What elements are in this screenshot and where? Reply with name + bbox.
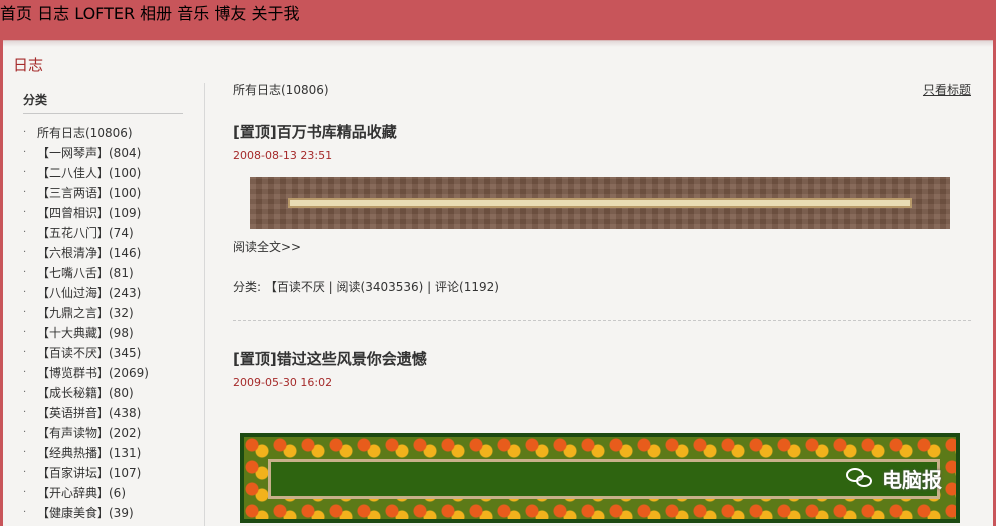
bullet-icon: ·	[23, 186, 27, 198]
category-label: 【有声读物】(202)	[37, 425, 142, 440]
category-item[interactable]: · 【七嘴八舌】(81)	[23, 262, 183, 282]
post-1-meta: 分类: 【百读不厌 | 阅读(3403536) | 评论(1192)	[233, 280, 499, 294]
only-titles-link[interactable]: 只看标题	[923, 81, 971, 98]
watermark: 电脑报	[846, 464, 942, 493]
bullet-icon: ·	[23, 246, 27, 258]
category-label: 【二八佳人】(100)	[37, 165, 142, 180]
bullet-icon: ·	[23, 206, 27, 218]
category-label: 【经典热播】(131)	[37, 445, 142, 460]
top-nav-bar: 首页 日志 LOFTER 相册 音乐 博友 关于我	[0, 0, 996, 40]
bullet-icon: ·	[23, 266, 27, 278]
page-title: 日志	[13, 56, 44, 74]
category-item[interactable]: · 【六根清净】(146)	[23, 242, 183, 262]
category-item[interactable]: · 【百读不厌】(345)	[23, 342, 183, 362]
category-list: · 所有日志(10806) · 【一网琴声】(804) · 【二八佳人】(100) · 【三言…	[23, 122, 183, 526]
category-item[interactable]: · 【四曾相识】(109)	[23, 202, 183, 222]
category-item[interactable]: · 【五花八门】(74)	[23, 222, 183, 242]
category-item[interactable]: · 【三言两语】(100)	[23, 182, 183, 202]
sidebar-divider	[204, 83, 205, 526]
category-item[interactable]: · 【百家讲坛】(107)	[23, 462, 183, 482]
category-label: 【五花八门】(74)	[37, 225, 134, 240]
read-more-link[interactable]: 阅读全文>>	[233, 238, 301, 255]
bullet-icon: ·	[23, 326, 27, 338]
bullet-icon: ·	[23, 426, 27, 438]
category-label: 【七嘴八舌】(81)	[37, 265, 134, 280]
post-1-date: 2008-08-13 23:51	[233, 149, 333, 162]
bullet-icon: ·	[23, 486, 27, 498]
category-item[interactable]: · 【九鼎之言】(32)	[23, 302, 183, 322]
post-2: [置顶]错过这些风景你会遗憾 2009-05-30 16:02	[233, 348, 973, 389]
category-label: 【九鼎之言】(32)	[37, 305, 134, 320]
wechat-icon	[846, 467, 874, 490]
category-item[interactable]: · 【博览群书】(2069)	[23, 362, 183, 382]
category-label: 【博览群书】(2069)	[37, 365, 149, 380]
category-label: 【健康美食】(39)	[37, 505, 134, 520]
main-panel: 日志 分类 · 所有日志(10806) · 【一网琴声】(804) · 【二八佳人】(10…	[3, 40, 993, 526]
category-label: 【成长秘籍】(80)	[37, 385, 134, 400]
category-item[interactable]: · 【一网琴声】(804)	[23, 142, 183, 162]
category-item[interactable]: · 【八仙过海】(243)	[23, 282, 183, 302]
post-1: [置顶]百万书库精品收藏 2008-08-13 23:51	[233, 121, 973, 162]
bullet-icon: ·	[23, 466, 27, 478]
category-label: 所有日志(10806)	[37, 125, 133, 140]
nav-music[interactable]: 音乐	[177, 4, 209, 23]
watermark-text: 电脑报	[882, 468, 942, 492]
bullet-icon: ·	[23, 126, 27, 138]
category-label: 【开心辞典】(6)	[37, 485, 126, 500]
bullet-icon: ·	[23, 346, 27, 358]
bullet-icon: ·	[23, 226, 27, 238]
nav-home[interactable]: 首页	[0, 4, 32, 23]
post-separator	[233, 320, 971, 321]
category-label: 【八仙过海】(243)	[37, 285, 142, 300]
category-label: 【英语拼音】(438)	[37, 405, 142, 420]
category-item[interactable]: · 【健康美食】(39)	[23, 502, 183, 522]
category-item[interactable]: · 【有声读物】(202)	[23, 422, 183, 442]
bullet-icon: ·	[23, 146, 27, 158]
bullet-icon: ·	[23, 286, 27, 298]
nav-album[interactable]: 相册	[140, 4, 172, 23]
banner-1-bar	[288, 198, 912, 208]
category-label: 【六根清净】(146)	[37, 245, 142, 260]
post-2-title[interactable]: [置顶]错过这些风景你会遗憾	[233, 348, 973, 369]
category-label: 【十大典藏】(98)	[37, 325, 134, 340]
post-1-banner-image	[250, 177, 950, 229]
bullet-icon: ·	[23, 166, 27, 178]
all-logs-label: 所有日志(10806)	[233, 83, 329, 97]
bullet-icon: ·	[23, 306, 27, 318]
category-item[interactable]: · 【经典热播】(131)	[23, 442, 183, 462]
category-item[interactable]: · 【成长秘籍】(80)	[23, 382, 183, 402]
banner-2-inner	[268, 459, 940, 499]
category-item[interactable]: · 【二八佳人】(100)	[23, 162, 183, 182]
bullet-icon: ·	[23, 446, 27, 458]
category-label: 【百读不厌】(345)	[37, 345, 142, 360]
category-label: 【一网琴声】(804)	[37, 145, 142, 160]
category-item[interactable]: ·【百年大国】(27)	[23, 522, 183, 526]
nav-about[interactable]: 关于我	[252, 4, 300, 23]
bullet-icon: ·	[23, 506, 27, 518]
category-label: 【三言两语】(100)	[37, 185, 142, 200]
post-1-title[interactable]: [置顶]百万书库精品收藏	[233, 121, 973, 142]
panel-shade	[3, 41, 993, 47]
category-sidebar: 分类 · 所有日志(10806) · 【一网琴声】(804) · 【二八佳人】(100) ·…	[23, 91, 183, 526]
bullet-icon: ·	[23, 406, 27, 418]
post-2-date: 2009-05-30 16:02	[233, 376, 333, 389]
category-item[interactable]: · 【英语拼音】(438)	[23, 402, 183, 422]
nav-lofter[interactable]: LOFTER	[74, 4, 135, 23]
category-item[interactable]: · 所有日志(10806)	[23, 122, 183, 142]
category-label: 【百家讲坛】(107)	[37, 465, 142, 480]
nav-blog[interactable]: 日志	[37, 4, 69, 23]
category-header: 分类	[23, 91, 183, 114]
bullet-icon: ·	[23, 386, 27, 398]
category-label: 【四曾相识】(109)	[37, 205, 142, 220]
category-item[interactable]: · 【十大典藏】(98)	[23, 322, 183, 342]
category-item[interactable]: · 【开心辞典】(6)	[23, 482, 183, 502]
bullet-icon: ·	[23, 366, 27, 378]
nav-friends[interactable]: 博友	[214, 4, 246, 23]
